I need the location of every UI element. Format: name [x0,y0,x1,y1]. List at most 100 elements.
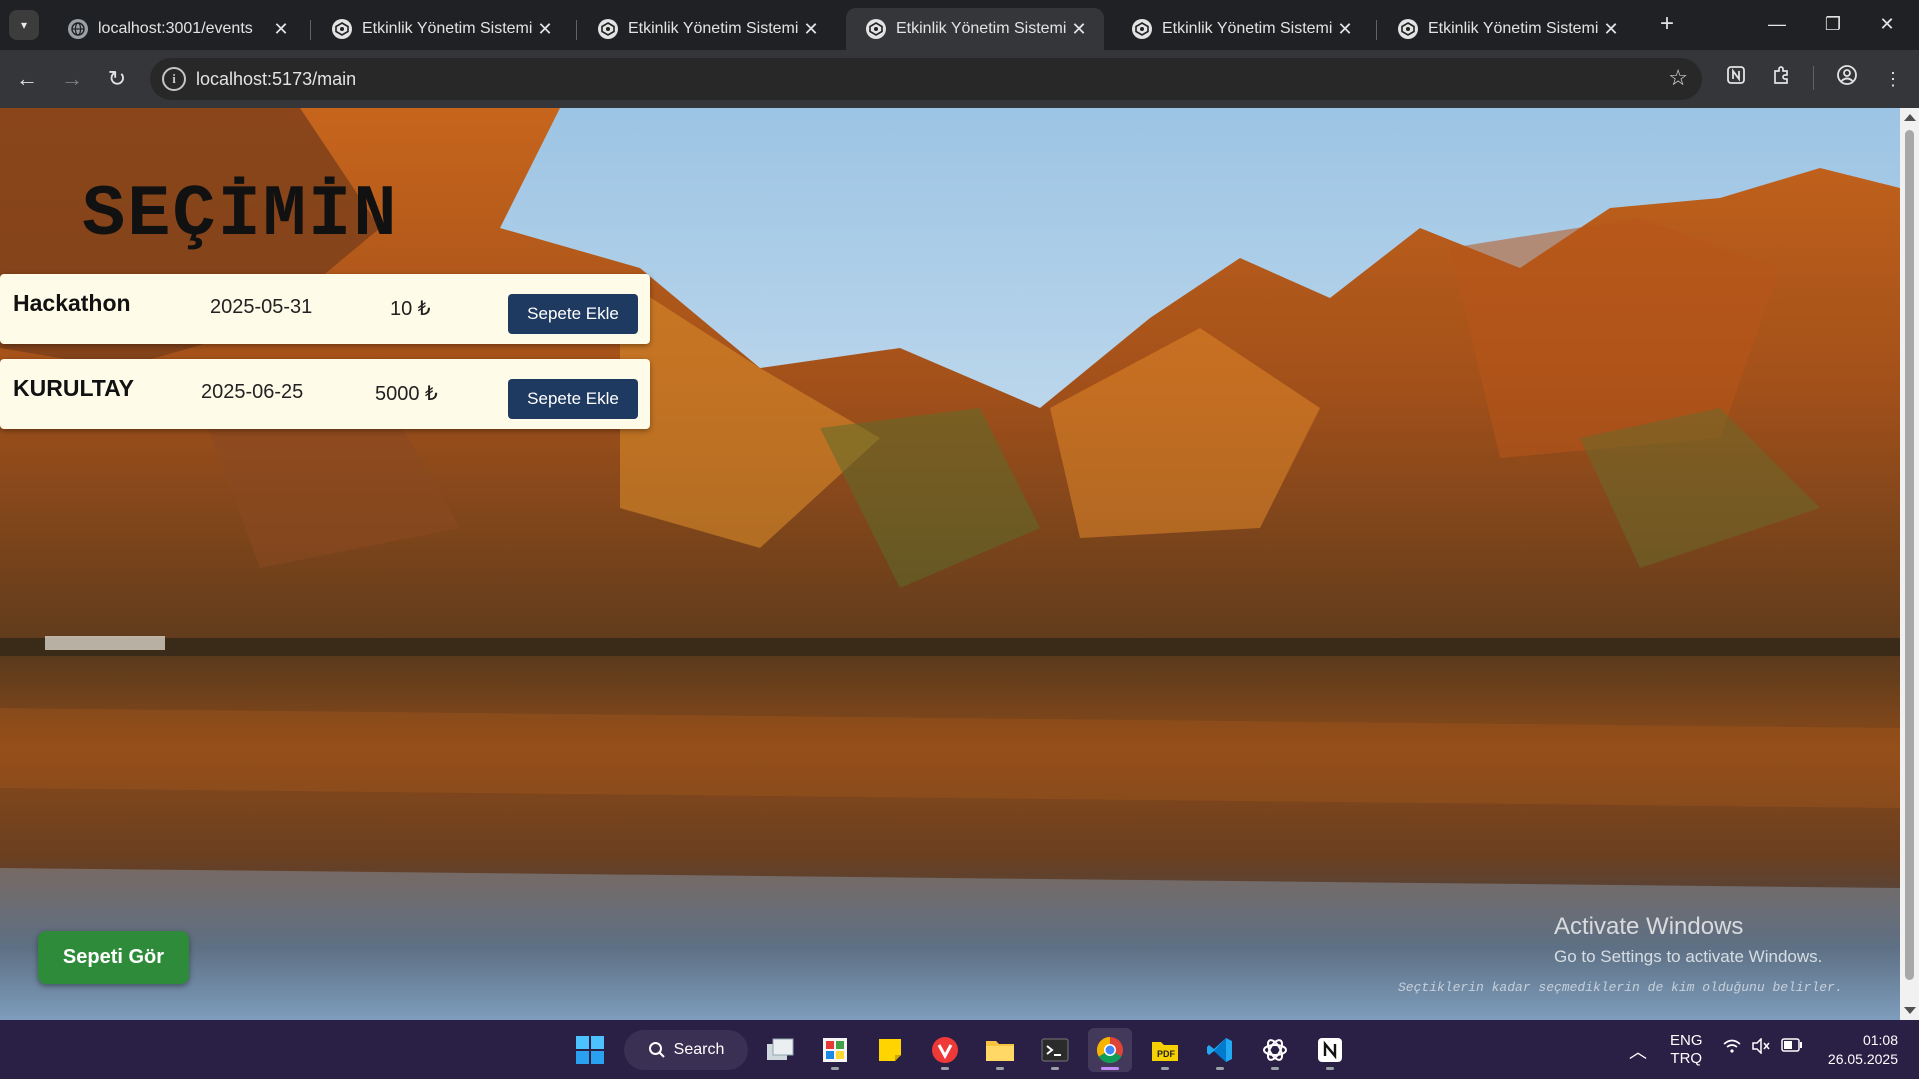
tab-title: Etkinlik Yönetim Sistemi [628,20,799,37]
close-icon[interactable]: ✕ [1600,19,1622,40]
wifi-icon [1723,1039,1741,1053]
clock-time: 01:08 [1862,1032,1898,1048]
new-tab-button[interactable]: + [1652,10,1682,40]
toolbar-divider [1813,66,1814,90]
chrome-browser-icon [1096,1036,1123,1064]
show-hidden-icons-chevron-icon[interactable]: ︿ [1629,1038,1647,1064]
watermark-title: Activate Windows [1554,913,1744,940]
profile-avatar-icon[interactable] [1832,64,1862,94]
site-info-icon[interactable]: i [162,67,186,91]
notion-app[interactable] [1308,1028,1352,1072]
notion-extension-icon[interactable] [1721,64,1751,94]
pdf-app[interactable]: PDF [1143,1028,1187,1072]
event-name: Hackathon [13,290,131,316]
tab-3[interactable]: Etkinlik Yönetim Sistemi ✕ [578,8,836,50]
taskbar-search[interactable]: Search [624,1030,748,1070]
input-language[interactable]: ENG TRQ [1670,1032,1703,1068]
scroll-up-arrow-icon[interactable] [1904,114,1916,121]
chevron-down-icon: ▾ [20,18,28,32]
close-icon[interactable]: ✕ [1068,19,1090,40]
tab-strip: ▾ localhost:3001/events ✕ Etkinlik Yönet… [0,0,1919,50]
reload-icon: ↻ [107,66,127,91]
tab-5[interactable]: Etkinlik Yönetim Sistemi ✕ [1112,8,1370,50]
notion-icon [1318,1038,1342,1062]
system-tray-status[interactable] [1722,1038,1742,1058]
plus-icon: + [1659,10,1674,37]
event-price: 5000 ₺ [375,383,438,405]
address-bar[interactable]: i localhost:5173/main ☆ [150,58,1702,100]
forward-button[interactable]: → [55,62,89,96]
app-favicon-icon [332,19,352,39]
language-code: ENG [1670,1032,1703,1049]
restore-button[interactable]: ❐ [1808,8,1858,40]
tab-search-button[interactable]: ▾ [9,10,39,40]
page-title: SEÇİMİN [82,174,399,256]
reload-button[interactable]: ↻ [100,62,134,96]
svg-text:PDF: PDF [1157,1049,1176,1059]
arrow-left-icon: ← [16,66,38,91]
tab-6[interactable]: Etkinlik Yönetim Sistemi ✕ [1378,8,1636,50]
task-view-icon [767,1038,794,1060]
scroll-down-arrow-icon[interactable] [1904,1007,1916,1014]
close-icon[interactable]: ✕ [534,19,556,40]
close-icon[interactable]: ✕ [800,19,822,40]
app-favicon-icon [866,19,886,39]
clock-date: 26.05.2025 [1827,1051,1898,1067]
volume-muted-icon[interactable] [1751,1037,1771,1058]
chrome-app[interactable] [1088,1028,1132,1072]
back-button[interactable]: ← [10,62,44,96]
battery-icon[interactable] [1781,1038,1803,1056]
event-card: KURULTAY 2025-06-25 5000 ₺ Sepete Ekle [0,359,650,429]
event-date: 2025-06-25 [201,381,304,403]
close-icon: ✕ [1879,14,1895,34]
sticky-notes-app[interactable] [868,1028,912,1072]
activate-windows-watermark: Activate Windows Go to Settings to activ… [1554,913,1822,967]
scrollbar-thumb[interactable] [1905,130,1914,980]
kebab-menu-icon[interactable]: ⋮ [1878,64,1908,94]
vscode-app[interactable] [1198,1028,1242,1072]
tab-divider [576,20,577,40]
windows-logo-icon [576,1036,604,1064]
clock[interactable]: 01:08 26.05.2025 [1818,1031,1898,1069]
bookmark-star-icon[interactable]: ☆ [1668,65,1688,91]
task-view-app[interactable] [758,1028,802,1072]
close-icon[interactable]: ✕ [1334,19,1356,40]
folder-icon [986,1041,1014,1061]
file-explorer-app[interactable] [978,1028,1022,1072]
chatgpt-app[interactable] [1253,1028,1297,1072]
url-text[interactable]: localhost:5173/main [196,69,356,90]
app-favicon-icon [598,19,618,39]
app-favicon-icon [1132,19,1152,39]
tab-4-active[interactable]: Etkinlik Yönetim Sistemi ✕ [846,8,1104,50]
close-window-button[interactable]: ✕ [1862,8,1912,40]
vivaldi-app[interactable] [923,1028,967,1072]
search-label: Search [673,1041,725,1058]
globe-icon [68,19,88,39]
view-cart-button[interactable]: Sepeti Gör [38,931,189,984]
page-viewport: SEÇİMİN Hackathon 2025-05-31 10 ₺ Sepete… [0,108,1900,1020]
windows-taskbar: Search PDF ︿ ENG TRQ 01:08 26.05.2025 [0,1020,1919,1079]
tab-2[interactable]: Etkinlik Yönetim Sistemi ✕ [312,8,570,50]
close-icon[interactable]: ✕ [270,19,292,40]
extensions-puzzle-icon[interactable] [1766,64,1796,94]
terminal-icon [1041,1038,1069,1062]
search-icon [648,1042,665,1058]
tab-1[interactable]: localhost:3001/events ✕ [48,8,306,50]
terminal-app[interactable] [1033,1028,1077,1072]
start-button[interactable] [568,1028,612,1072]
photo-app[interactable] [813,1028,857,1072]
chatgpt-icon [1263,1039,1287,1061]
browser-toolbar: ← → ↻ i localhost:5173/main ☆ ⋮ [0,50,1919,108]
minimize-button[interactable]: — [1752,8,1802,40]
tab-title: Etkinlik Yönetim Sistemi [1162,20,1333,37]
tab-title: Etkinlik Yönetim Sistemi [896,20,1067,37]
add-to-cart-button[interactable]: Sepete Ekle [508,294,638,334]
page-scrollbar[interactable] [1900,108,1919,1020]
add-to-cart-button[interactable]: Sepete Ekle [508,379,638,419]
tab-title: Etkinlik Yönetim Sistemi [1428,20,1599,37]
pdf-reader-icon: PDF [1152,1042,1178,1061]
sticky-notes-icon [879,1039,901,1061]
tab-title: Etkinlik Yönetim Sistemi [362,20,533,37]
watermark-subtitle: Go to Settings to activate Windows. [1554,947,1823,966]
event-price: 10 ₺ [390,298,431,320]
